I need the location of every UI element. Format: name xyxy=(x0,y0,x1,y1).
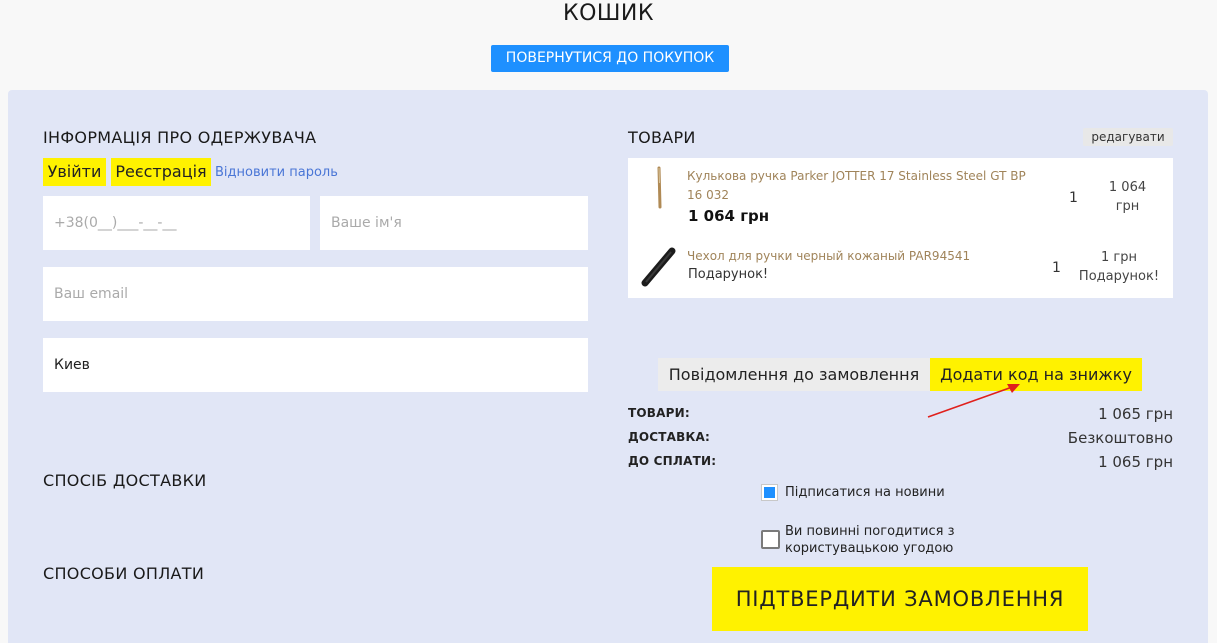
restore-password-link[interactable]: Відновити пароль xyxy=(215,165,338,180)
totals-delivery-value: Безкоштовно xyxy=(1067,429,1173,447)
name-field[interactable]: Ваше ім'я xyxy=(320,196,588,250)
payment-heading: СПОСОБИ ОПЛАТИ xyxy=(43,564,205,583)
item-quantity: 1 xyxy=(1052,260,1061,276)
item-name-pen[interactable]: Кулькова ручка Parker JOTTER 17 Stainles… xyxy=(687,167,1026,205)
email-field[interactable]: Ваш email xyxy=(43,267,588,321)
pen-icon xyxy=(640,165,680,210)
agree-label: Ви повинні погодитися з користувацькою у… xyxy=(785,523,955,557)
order-comment-button[interactable]: Повідомлення до замовлення xyxy=(658,358,930,391)
item-sum: 1 грн Подарунок! xyxy=(1078,248,1160,286)
register-button[interactable]: Реєстрація xyxy=(111,158,211,186)
totals-pay-value: 1 065 грн xyxy=(1098,453,1173,471)
item-sum: 1 064 грн xyxy=(1100,178,1155,216)
item-name-line: 16 032 xyxy=(687,188,729,202)
totals-delivery-label: ДОСТАВКА: xyxy=(628,430,711,444)
checkbox-checked-mark xyxy=(764,487,775,498)
item-sum-line: 1 грн xyxy=(1101,250,1137,265)
confirm-order-button[interactable]: ПІДТВЕРДИТИ ЗАМОВЛЕННЯ xyxy=(712,567,1088,631)
login-button[interactable]: Увійти xyxy=(43,158,106,186)
page-title: КОШИК xyxy=(562,1,655,26)
annotation-arrow-icon xyxy=(925,378,1025,420)
agree-label-line: користувацькою угодою xyxy=(785,541,954,556)
agree-checkbox[interactable] xyxy=(761,530,780,549)
subscribe-label: Підписатися на новини xyxy=(785,485,945,500)
city-field[interactable]: Киев xyxy=(43,338,588,392)
totals-pay-label: ДО СПЛАТИ: xyxy=(628,454,717,468)
agree-label-line: Ви повинні погодитися з xyxy=(785,524,955,539)
item-sum-line: Подарунок! xyxy=(1078,269,1160,284)
item-name-line: Кулькова ручка Parker JOTTER 17 Stainles… xyxy=(687,169,1026,183)
totals-goods-label: ТОВАРИ: xyxy=(628,406,690,420)
item-gift-note: Подарунок! xyxy=(688,267,769,282)
item-sum-line: грн xyxy=(1115,199,1140,214)
item-quantity: 1 xyxy=(1069,190,1078,206)
recipient-heading: ІНФОРМАЦІЯ ПРО ОДЕРЖУВАЧА xyxy=(43,128,317,147)
item-name-case[interactable]: Чехол для ручки черный кожаный PAR94541 xyxy=(687,247,970,266)
phone-field[interactable]: +38(0__)___-__-__ xyxy=(43,196,310,250)
cart-heading: ТОВАРИ xyxy=(628,128,696,147)
edit-cart-button[interactable]: редагувати xyxy=(1083,128,1173,146)
pen-case-icon xyxy=(638,246,678,288)
back-to-shopping-button[interactable]: ПОВЕРНУТИСЯ ДО ПОКУПОК xyxy=(491,45,729,72)
totals-goods-value: 1 065 грн xyxy=(1098,405,1173,423)
item-sum-line: 1 064 xyxy=(1108,180,1147,195)
subscribe-checkbox[interactable] xyxy=(761,484,778,501)
delivery-heading: СПОСІБ ДОСТАВКИ xyxy=(43,471,207,490)
item-price: 1 064 грн xyxy=(688,207,770,225)
